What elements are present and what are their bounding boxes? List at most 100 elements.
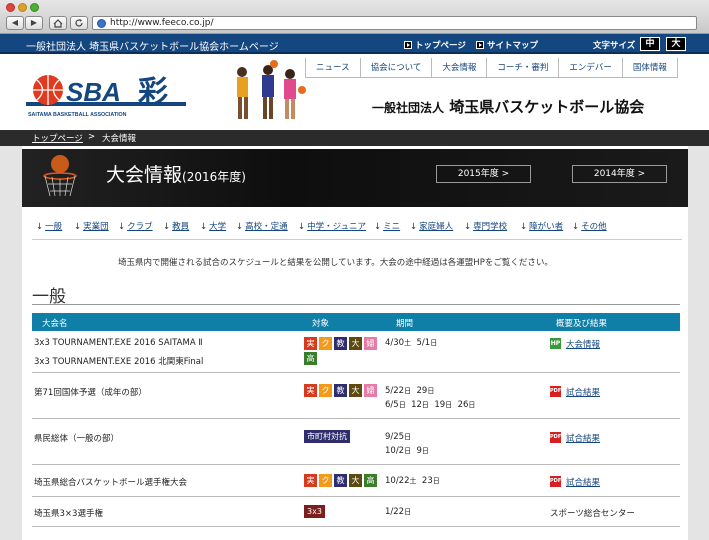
main-menu: ニュース 協会について 大会情報 コーチ・審判 エンデバー 国体情報 [305,58,678,78]
target-tag: 教 [334,474,347,487]
venue-text: スポーツ総合センター [550,509,635,519]
font-size-large-button[interactable]: 大 [666,37,686,51]
target-tag: 婦 [364,384,377,397]
close-window-button[interactable] [6,3,15,12]
table-row: 3x3 TOURNAMENT.EXE 2016 SAITAMA Ⅱ 3x3 TO… [32,331,680,373]
period-text: 10/22土 23日 [385,476,440,486]
table-row: 県民総体（一般の部） 市町村対抗 9/25日 10/2日 9日 PDF 試合結果 [32,419,680,465]
address-bar[interactable]: http://www.feeco.co.jp/ [92,16,697,30]
table-row: 埼玉県3×3選手権 3x3 1/22日 スポーツ総合センター [32,497,680,527]
period-text: 4/30土 5/1日 [385,338,438,348]
site-topbar: 一般社団法人 埼玉県バスケットボール協会ホームページ トップページ サイトマップ… [0,34,709,54]
home-button[interactable] [49,16,67,30]
target-tag: 大 [349,337,362,350]
category-link-junior[interactable]: 中学・ジュニア [298,220,366,232]
zoom-window-button[interactable] [30,3,39,12]
back-button[interactable]: ◀ [6,16,24,30]
category-link-teachers[interactable]: 教員 [163,220,189,232]
reload-button[interactable] [70,16,88,30]
tournament-name: 県民総体（一般の部） [34,434,120,444]
page-title: 大会情報(2016年度) [106,164,246,186]
breadcrumb-current: 大会情報 [102,134,137,144]
homepage-icon: HP [550,338,561,349]
tournament-name: 埼玉県3×3選手権 [34,509,103,519]
category-link-general[interactable]: 一般 [36,220,62,232]
category-link-university[interactable]: 大学 [200,220,226,232]
menu-item-tournaments[interactable]: 大会情報 [431,58,487,78]
intro-text: 埼玉県内で開催される試合のスケジュールと結果を公開しています。大会の途中経過は各… [118,258,553,268]
topnav-link-sitemap[interactable]: サイトマップ [476,39,538,51]
forward-button[interactable]: ▶ [25,16,43,30]
period-text: 10/2日 9日 [385,446,429,456]
target-tag: 実 [304,337,317,350]
target-tag: 市町村対抗 [304,430,350,443]
font-size-medium-button[interactable]: 中 [640,37,660,51]
menu-item-kokutai[interactable]: 国体情報 [621,58,678,78]
column-header-results: 概要及び結果 [556,319,608,329]
result-link[interactable]: 試合結果 [566,386,600,398]
browser-toolbar: ◀ ▶ http://www.feeco.co.jp/ [0,0,709,34]
pdf-icon: PDF [550,476,561,487]
svg-text:SAITAMA BASKETBALL ASSOCIATION: SAITAMA BASKETBALL ASSOCIATION [28,112,127,118]
target-tag: 実 [304,474,317,487]
home-icon [53,19,63,28]
pdf-icon: PDF [550,432,561,443]
svg-text:彩: 彩 [138,75,168,110]
minimize-window-button[interactable] [18,3,27,12]
year-2014-button[interactable]: 2014年度 > [572,165,667,183]
menu-item-coach-referee[interactable]: コーチ・審判 [486,58,559,78]
svg-text:SBA: SBA [66,77,121,107]
category-link-highschool[interactable]: 高校・定通 [236,220,288,232]
target-tag: 婦 [364,337,377,350]
column-header-target: 対象 [312,319,330,329]
category-link-mini[interactable]: ミニ [374,220,400,232]
tournament-name: 3x3 TOURNAMENT.EXE 2016 SAITAMA Ⅱ [34,338,203,348]
table-row: 第71回国体予選（成年の部） 実 ク 教 大 婦 5/22日 29日 6/5日 … [32,373,680,419]
category-links: 一般 実業団 クラブ 教員 大学 高校・定通 中学・ジュニア ミニ 家庭婦人 専… [32,214,682,240]
url-text: http://www.feeco.co.jp/ [110,18,214,28]
table-row: 埼玉県総合バスケットボール選手権大会 実 ク 教 大 高 10/22土 23日 … [32,465,680,497]
section-divider [32,304,680,305]
menu-item-news[interactable]: ニュース [305,58,360,78]
period-text: 1/22日 [385,507,412,517]
target-tag: 教 [334,337,347,350]
period-text: 9/25日 [385,432,412,442]
target-tag: 高 [304,352,317,365]
pdf-icon: PDF [550,386,561,397]
basketball-hoop-icon [43,155,77,197]
target-tag: 3x3 [304,505,325,518]
year-2015-button[interactable]: 2015年度 > [436,165,531,183]
site-topbar-title: 一般社団法人 埼玉県バスケットボール協会ホームページ [26,42,279,53]
target-tag: 実 [304,384,317,397]
column-header-period: 期間 [396,319,414,329]
players-illustration [236,60,306,124]
tournament-name: 3x3 TOURNAMENT.EXE 2016 北関東Final [34,357,204,367]
menu-item-endeavor[interactable]: エンデバー [558,58,622,78]
result-link[interactable]: 試合結果 [566,476,600,488]
target-tag: 大 [349,474,362,487]
breadcrumb-home-link[interactable]: トップページ [32,132,83,144]
category-link-housewives[interactable]: 家庭婦人 [410,220,453,232]
arrow-square-icon [404,41,412,49]
globe-icon [97,19,106,28]
topnav-link-top[interactable]: トップページ [404,39,466,51]
period-text: 5/22日 29日 [385,386,435,396]
column-header-name: 大会名 [42,319,68,329]
result-link[interactable]: 試合結果 [566,432,600,444]
category-link-disability[interactable]: 障がい者 [520,220,563,232]
target-tag: 高 [364,474,377,487]
category-link-other[interactable]: その他 [572,220,607,232]
category-link-club[interactable]: クラブ [118,220,153,232]
category-link-corporate[interactable]: 実業団 [74,220,109,232]
org-name: 一般社団法人 埼玉県バスケットボール協会 [372,98,645,116]
category-link-vocational[interactable]: 専門学校 [464,220,507,232]
result-link[interactable]: 大会情報 [566,338,600,350]
sba-logo[interactable]: SBA 彩 SAITAMA BASKETBALL ASSOCIATION [26,72,186,122]
breadcrumb: トップページ > 大会情報 [0,130,709,146]
reload-icon [75,19,83,27]
period-text: 6/5日 12日 19日 26日 [385,400,476,410]
table-header: 大会名 対象 期間 概要及び結果 [32,313,680,331]
tournament-name: 埼玉県総合バスケットボール選手権大会 [34,478,188,488]
target-tag: 教 [334,384,347,397]
menu-item-about[interactable]: 協会について [359,58,432,78]
